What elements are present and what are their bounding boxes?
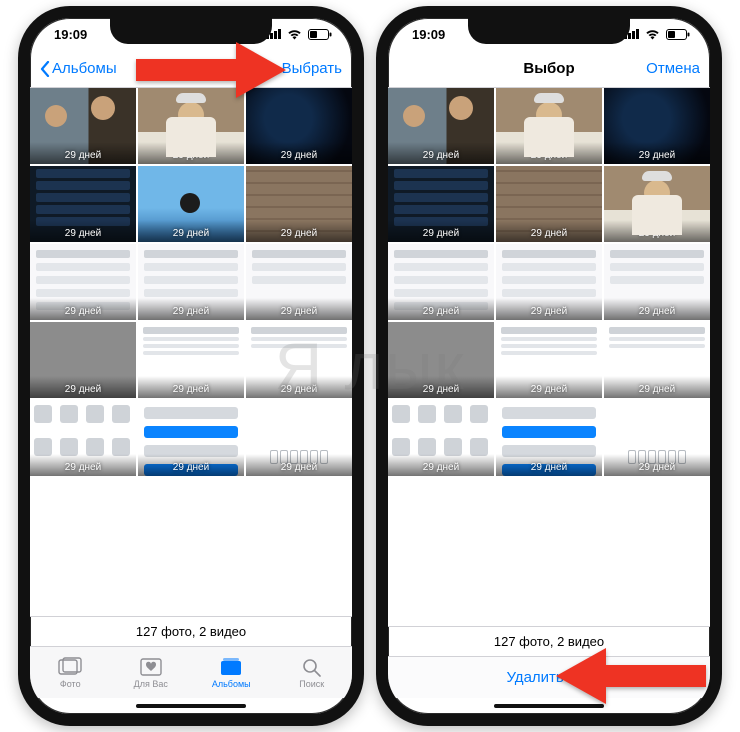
heart-icon	[139, 657, 163, 677]
photo-thumbnail[interactable]: 29 дней	[388, 244, 494, 320]
photo-thumbnail[interactable]: 29 дней	[496, 88, 602, 164]
annotation-arrow-left	[556, 648, 706, 704]
albums-icon	[219, 657, 243, 677]
device-left: 19:09 Альбомы Н Выбрать	[18, 6, 364, 726]
tab-bar: Фото Для Вас Альбомы Поиск	[30, 646, 352, 698]
photo-thumbnail[interactable]: 29 дней	[138, 88, 244, 164]
tab-photos[interactable]: Фото	[30, 657, 111, 689]
back-button[interactable]: Альбомы	[40, 60, 117, 77]
photo-thumbnail[interactable]: 29 дней	[138, 400, 244, 476]
photo-thumbnail[interactable]: 29 дней	[604, 166, 710, 242]
photo-thumbnail[interactable]: 29 дней	[246, 88, 352, 164]
photo-thumbnail[interactable]: 29 дней	[496, 244, 602, 320]
photo-thumbnail[interactable]: 29 дней	[30, 400, 136, 476]
photo-thumbnail[interactable]: 29 дней	[388, 400, 494, 476]
photo-thumbnail[interactable]: 29 дней	[30, 322, 136, 398]
item-count: 127 фото, 2 видео	[30, 616, 352, 646]
photo-thumbnail[interactable]: 29 дней	[30, 166, 136, 242]
tab-search[interactable]: Поиск	[272, 657, 353, 689]
home-indicator[interactable]	[30, 698, 352, 714]
notch	[110, 18, 272, 44]
photo-thumbnail[interactable]: 29 дней	[246, 244, 352, 320]
status-time: 19:09	[412, 27, 445, 42]
photo-thumbnail[interactable]: 29 дней	[30, 88, 136, 164]
tab-label: Для Вас	[134, 679, 168, 689]
tab-for-you[interactable]: Для Вас	[111, 657, 192, 689]
select-button[interactable]: Выбрать	[282, 60, 342, 77]
photo-thumbnail[interactable]: 29 дней	[138, 322, 244, 398]
photo-thumbnail[interactable]: 29 дней	[496, 400, 602, 476]
tab-albums[interactable]: Альбомы	[191, 657, 272, 689]
chevron-left-icon	[40, 61, 50, 77]
battery-icon	[308, 29, 332, 40]
photo-thumbnail[interactable]: 29 дней	[246, 166, 352, 242]
back-label: Альбомы	[52, 60, 117, 77]
photo-thumbnail[interactable]: 29 дней	[246, 322, 352, 398]
tab-label: Поиск	[299, 679, 324, 689]
tab-label: Фото	[60, 679, 81, 689]
status-time: 19:09	[54, 27, 87, 42]
annotation-arrow-right	[136, 42, 286, 98]
photo-grid[interactable]: 29 дней 29 дней 29 дней 29 дней 29 дней …	[30, 88, 352, 616]
photo-thumbnail[interactable]: 29 дней	[388, 322, 494, 398]
photo-thumbnail[interactable]: 29 дней	[604, 88, 710, 164]
device-right: 19:09 . Выбор Отмена 29 дней	[376, 6, 722, 726]
photo-thumbnail[interactable]: 29 дней	[138, 166, 244, 242]
photo-thumbnail[interactable]: 29 дней	[138, 244, 244, 320]
comparison-stage: Я лык 19:09 Альбо	[0, 0, 740, 732]
photo-thumbnail[interactable]: 29 дней	[496, 322, 602, 398]
photo-thumbnail[interactable]: 29 дней	[388, 166, 494, 242]
photo-thumbnail[interactable]: 29 дней	[246, 400, 352, 476]
photo-thumbnail[interactable]: 29 дней	[604, 322, 710, 398]
search-icon	[300, 657, 324, 677]
wifi-icon	[287, 29, 302, 40]
photos-icon	[58, 657, 82, 677]
photo-thumbnail[interactable]: 29 дней	[388, 88, 494, 164]
nav-bar: . Выбор Отмена	[388, 50, 710, 88]
photo-thumbnail[interactable]: 29 дней	[30, 244, 136, 320]
battery-icon	[666, 29, 690, 40]
tab-label: Альбомы	[212, 679, 251, 689]
photo-thumbnail[interactable]: 29 дней	[604, 400, 710, 476]
notch	[468, 18, 630, 44]
cancel-button[interactable]: Отмена	[646, 60, 700, 77]
wifi-icon	[645, 29, 660, 40]
photo-thumbnail[interactable]: 29 дней	[604, 244, 710, 320]
photo-thumbnail[interactable]: 29 дней	[496, 166, 602, 242]
photo-grid[interactable]: 29 дней 29 дней 29 дней 29 дней 29 дней …	[388, 88, 710, 626]
